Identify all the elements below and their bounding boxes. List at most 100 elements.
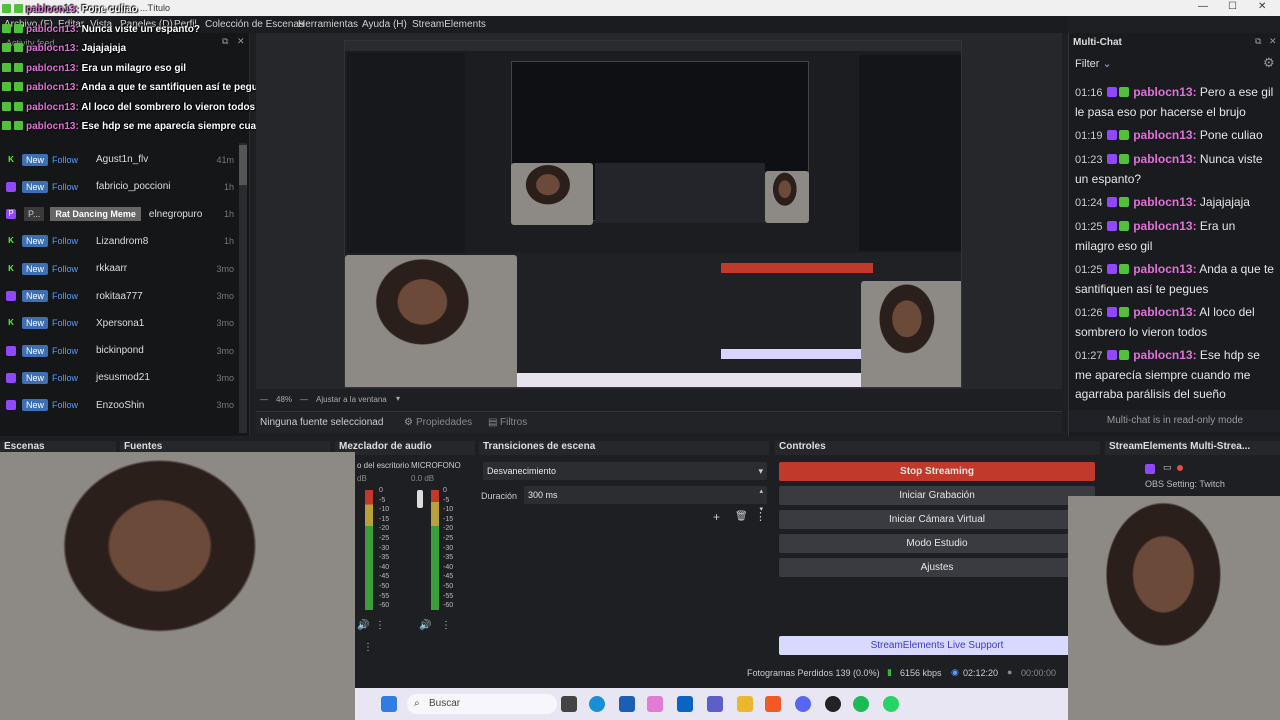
feed-item[interactable]: New Follow EnzooShin 3mo [0,392,238,419]
zoom-out-icon[interactable]: — [260,395,268,404]
meter-scale-label: -20 [443,525,454,533]
message-time: 01:19 [1075,130,1103,142]
feed-username: Xpersona1 [96,317,145,329]
feed-scrollbar[interactable] [239,143,247,433]
mic-speaker-icon[interactable]: 🔊 [419,620,431,631]
edge-icon[interactable] [589,696,605,712]
filters-button[interactable]: Filtros [500,417,527,428]
gear-icon[interactable]: ⚙ [1263,55,1275,71]
badge-icon [2,43,11,52]
settings-button[interactable]: Ajustes [779,558,1095,577]
add-icon[interactable]: + [713,510,720,524]
multichat-message: 01:23 pablocn13: Nunca viste un espanto? [1075,150,1275,189]
chat-text: Jajajajaja [78,43,127,54]
multichat-message: 01:25 pablocn13: Era un milagro eso gil [1075,217,1275,256]
obs-icon[interactable] [825,696,841,712]
readonly-notice: Multi-chat is in read-only mode [1069,410,1280,432]
message-user: pablocn13: [1133,195,1197,209]
discord-icon[interactable] [795,696,811,712]
feed-time: 1h [223,181,234,192]
follow-label: Follow [52,236,79,247]
feed-item[interactable]: K New Follow Xpersona1 3mo [0,310,238,337]
mixer-channel-mic: MICROFONO [411,461,461,470]
follow-label: Follow [52,154,79,165]
properties-button[interactable]: Propiedades [416,417,472,428]
virtual-camera-button[interactable]: Iniciar Cámara Virtual [779,510,1095,529]
live-support-button[interactable]: StreamElements Live Support [779,636,1095,655]
feed-item[interactable]: K New Follow Lizandrom8 1h [0,228,238,255]
feed-item[interactable]: New Follow jesusmod21 3mo [0,364,238,391]
multichat-dock: Multi-Chat ⧉ ✕ Filter ⌄ ⚙ 01:16 pablocn1… [1068,33,1280,436]
controls-dock-title: Controles [775,441,1100,455]
feed-item[interactable]: P P... Rat Dancing Meme elnegropuro 1h [0,201,238,228]
close-icon[interactable]: ✕ [1258,1,1266,12]
start-recording-button[interactable]: Iniciar Grabación [779,486,1095,505]
kick-icon: K [8,236,14,246]
meter-scale-label: -30 [443,544,454,552]
trash-icon[interactable]: 🗑 [735,511,748,522]
float-icon[interactable]: ⧉ [1255,36,1261,47]
feed-item[interactable]: K New Follow Agust1n_flv 41m [0,146,238,173]
more-icon[interactable]: ⋮ [755,510,766,523]
store-icon[interactable] [619,696,635,712]
explorer-icon[interactable] [737,696,753,712]
windows-start-icon[interactable] [381,696,397,712]
twitch-icon [1106,87,1117,97]
taskbar-search-label: Buscar [429,698,461,709]
zoom-in-icon[interactable]: — [300,395,308,404]
search-icon: ⌕ [414,698,420,709]
new-badge: New [22,399,49,412]
mic-menu-icon[interactable]: ⋮ [441,620,451,631]
transition-select-value: Desvanecimiento [487,466,557,476]
studio-mode-button[interactable]: Modo Estudio [779,534,1095,553]
badge-icon [1118,130,1129,140]
stop-streaming-button[interactable]: Stop Streaming [779,462,1095,481]
mixer-more-icon[interactable]: ⋮ [363,642,373,653]
mixer-mic-db: 0.0 dB [411,474,435,483]
spotify-icon[interactable] [853,696,869,712]
fit-window-label[interactable]: Ajustar a la ventana [316,395,387,404]
feed-username: bickinpond [96,345,144,357]
maximize-icon[interactable]: ☐ [1228,1,1237,12]
feed-time: 3mo [216,400,234,411]
feed-item[interactable]: New Follow bickinpond 3mo [0,337,238,364]
duration-input[interactable]: 300 ms ▴ ▾ [524,486,767,513]
twitch-icon [1106,154,1117,164]
raid-label: P... [24,207,45,222]
new-badge: New [22,290,49,302]
task-view-icon[interactable] [561,696,577,712]
feed-item[interactable]: New Follow fabricio_poccioni 1h [0,173,238,200]
close-icon[interactable]: ✕ [1269,36,1277,47]
kick-icon: K [8,263,14,273]
twitch-icon: P [6,209,16,220]
multichat-message: 01:24 pablocn13: Jajajajaja [1075,193,1275,213]
gear-icon: ⚙ [404,417,413,428]
feed-item[interactable]: New Follow rokitaa777 3mo [0,283,238,310]
whatsapp-icon[interactable] [883,696,899,712]
raid-badge: Rat Dancing Meme [50,207,141,222]
chevron-down-icon: ⌄ [1102,58,1112,70]
transitions-dock: Desvanecimiento ▾ Duración 300 ms ▴ ▾ + 🗑… [479,456,769,662]
feed-time: 3mo [216,345,234,356]
chevron-down-icon[interactable]: ▾ [396,394,400,403]
multichat-title: Multi-Chat [1073,37,1122,48]
mic-fader-handle[interactable] [417,490,423,508]
taskbar-search[interactable]: ⌕ Buscar [407,694,557,714]
chevron-down-icon: ▾ [758,466,763,476]
duration-value: 300 ms [528,490,558,500]
brave-icon[interactable] [765,696,781,712]
multichat-message: 01:27 pablocn13: Ese hdp se me aparecía … [1075,346,1275,404]
chat-username: pablocn13: [26,23,79,35]
outlook-icon[interactable] [677,696,693,712]
teams-icon[interactable] [707,696,723,712]
desktop-speaker-icon[interactable]: 🔊 [357,620,369,631]
filter-button[interactable]: Filter ⌄ [1075,57,1112,70]
transition-select[interactable]: Desvanecimiento ▾ [483,462,767,480]
message-time: 01:25 [1075,264,1103,276]
minimize-icon[interactable]: — [1198,1,1208,12]
copilot-icon[interactable] [647,696,663,712]
new-badge: New [22,180,49,193]
desktop-menu-icon[interactable]: ⋮ [375,620,385,631]
feed-item[interactable]: K New Follow rkkaarr 3mo [0,255,238,282]
follow-label: Follow [52,372,79,383]
